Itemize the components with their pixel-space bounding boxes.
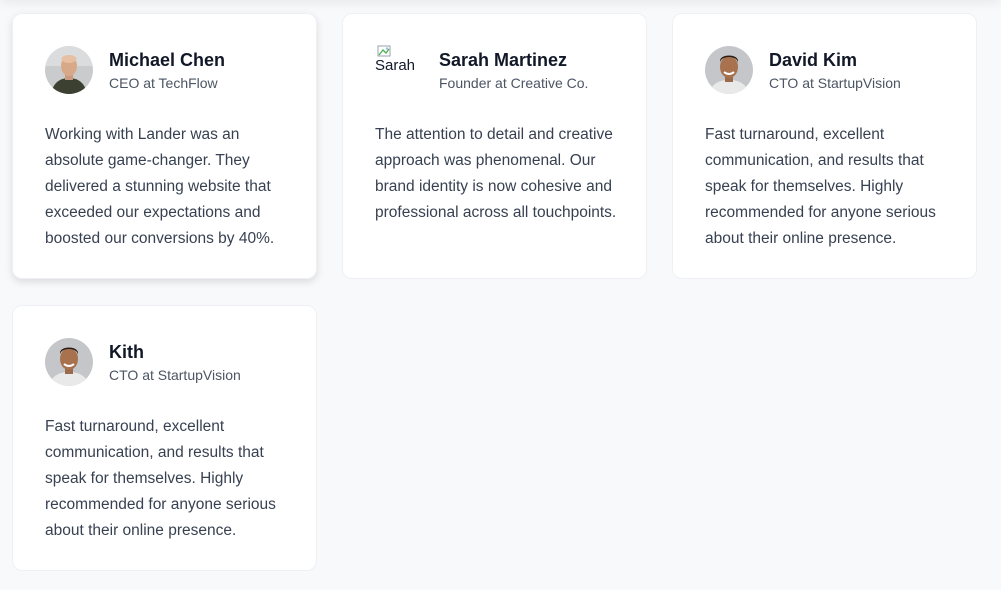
avatar-alt-text: Sarah bbox=[375, 57, 416, 74]
testimonial-card: Michael Chen CEO at TechFlow Working wit… bbox=[12, 13, 317, 279]
testimonial-name: Michael Chen bbox=[109, 49, 226, 70]
testimonial-name: Sarah Martinez bbox=[439, 49, 568, 70]
testimonial-quote: Working with Lander was an absolute game… bbox=[45, 126, 275, 247]
testimonials-grid: Michael Chen CEO at TechFlow Working wit… bbox=[12, 13, 978, 571]
testimonial-role: CTO at StartupVision bbox=[769, 74, 901, 91]
avatar bbox=[705, 46, 753, 94]
testimonial-name: David Kim bbox=[769, 49, 858, 70]
testimonial-quote: Fast turnaround, excellent communication… bbox=[705, 126, 936, 247]
testimonial-header: Kith CTO at StartupVision bbox=[45, 337, 288, 387]
testimonial-header: Sarah Sarah Martinez Founder at Creative… bbox=[375, 45, 618, 95]
testimonial-card: David Kim CTO at StartupVision Fast turn… bbox=[672, 13, 977, 279]
testimonial-name: Kith bbox=[109, 341, 144, 362]
person-photo-icon bbox=[45, 338, 93, 386]
testimonial-card: Kith CTO at StartupVision Fast turnaroun… bbox=[12, 305, 317, 571]
testimonial-quote: The attention to detail and creative app… bbox=[375, 126, 617, 221]
avatar: Sarah bbox=[375, 45, 423, 94]
testimonial-header: David Kim CTO at StartupVision bbox=[705, 45, 948, 95]
testimonial-role: CEO at TechFlow bbox=[109, 74, 218, 91]
testimonial-role: Founder at Creative Co. bbox=[439, 74, 589, 91]
testimonial-quote: Fast turnaround, excellent communication… bbox=[45, 418, 276, 539]
avatar bbox=[45, 338, 93, 386]
testimonial-card: Sarah Sarah Martinez Founder at Creative… bbox=[342, 13, 647, 279]
person-photo-icon bbox=[45, 46, 93, 94]
person-photo-icon bbox=[705, 46, 753, 94]
broken-image-icon bbox=[377, 45, 391, 57]
testimonial-header: Michael Chen CEO at TechFlow bbox=[45, 45, 288, 95]
testimonial-role: CTO at StartupVision bbox=[109, 366, 241, 383]
avatar bbox=[45, 46, 93, 94]
